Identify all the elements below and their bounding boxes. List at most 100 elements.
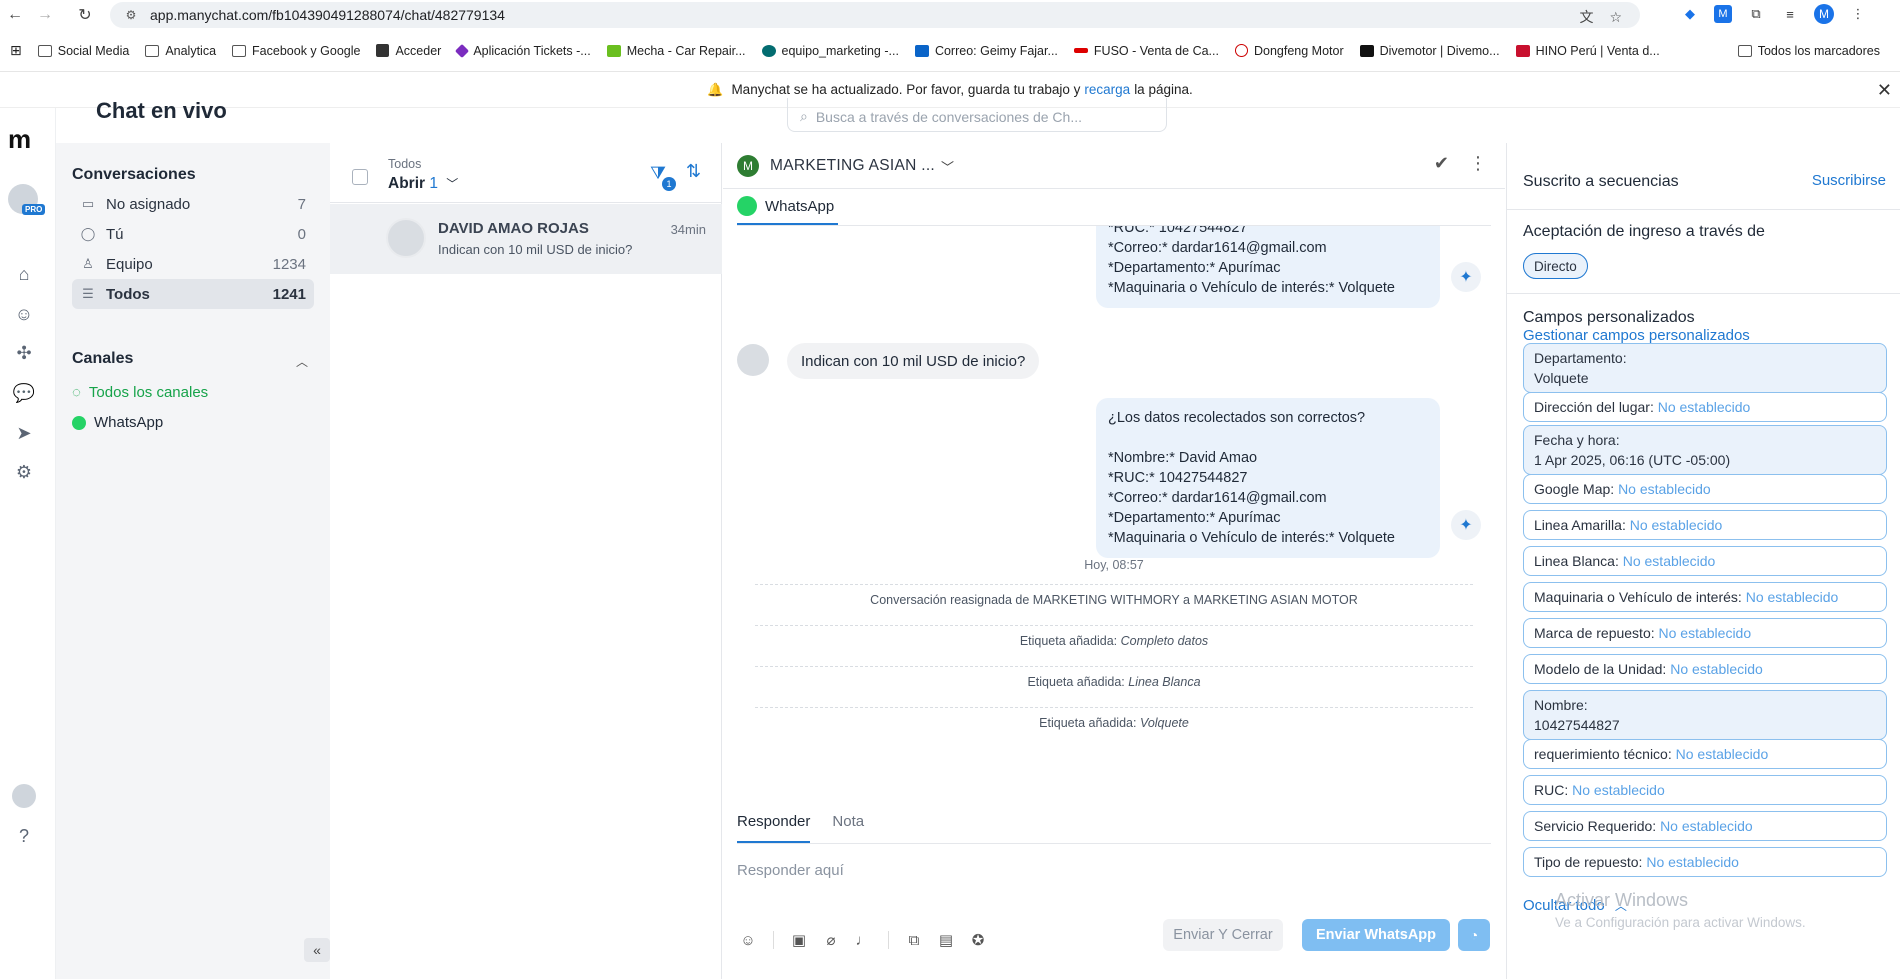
sidebar-item-team[interactable]: ♙ Equipo 1234 <box>72 249 314 279</box>
extension-tag-icon[interactable]: ◆ <box>1680 4 1700 24</box>
manychat-app: m PRO ⌂ ☺ ✣ 💬 ➤ ⚙ ? Chat en vivo ⌕ Busca… <box>0 98 1900 979</box>
ai-reply-icon[interactable]: ◔ <box>1458 919 1490 951</box>
custom-field[interactable]: Tipo de repuesto: No establecido <box>1523 847 1887 877</box>
manage-fields-link[interactable]: Gestionar campos personalizados <box>1523 327 1750 344</box>
bookmark-mecha[interactable]: Mecha - Car Repair... <box>606 44 746 58</box>
user-circle-icon: ◯ <box>80 226 96 241</box>
menu-dots-icon[interactable]: ⋮ <box>1848 4 1868 24</box>
user-avatar-icon[interactable] <box>12 784 36 808</box>
channel-all[interactable]: ◌ Todos los canales <box>72 384 208 401</box>
custom-field[interactable]: Marca de repuesto: No establecido <box>1523 618 1887 648</box>
emoji-icon[interactable]: ☺ <box>739 931 757 949</box>
extensions-puzzle-icon[interactable]: ⧉ <box>1746 4 1766 24</box>
bookmark-hino[interactable]: HINO Perú | Venta d... <box>1515 44 1660 58</box>
divider <box>1507 209 1900 210</box>
apps-grid-icon[interactable]: ⊞ <box>10 42 22 59</box>
reply-input[interactable] <box>737 855 1477 885</box>
custom-field[interactable]: Modelo de la Unidad: No establecido <box>1523 654 1887 684</box>
home-icon[interactable]: ⌂ <box>12 262 36 286</box>
reload-icon[interactable]: ↻ <box>70 0 100 30</box>
incoming-message: Indican con 10 mil USD de inicio? <box>787 343 1040 379</box>
contacts-icon[interactable]: ☺ <box>12 302 36 326</box>
site-icon <box>606 44 621 57</box>
close-icon[interactable]: ✕ <box>1877 80 1892 101</box>
custom-field[interactable]: Linea Amarilla: No establecido <box>1523 510 1887 540</box>
automation-icon[interactable]: ✣ <box>12 341 36 365</box>
status-dropdown[interactable]: Abrir 1 ﹀ <box>388 175 458 193</box>
fuso-icon <box>1073 48 1088 53</box>
tab-note[interactable]: Nota <box>832 813 864 843</box>
profile-avatar[interactable]: M <box>1814 4 1834 24</box>
broadcast-icon[interactable]: ➤ <box>12 421 36 445</box>
bookmark-analytica[interactable]: Analytica <box>145 44 216 58</box>
bookmark-social-media[interactable]: Social Media <box>37 44 129 58</box>
contact-avatar <box>386 218 426 258</box>
ai-assist-icon[interactable]: ✪ <box>969 931 987 949</box>
settings-icon[interactable]: ⚙ <box>12 460 36 484</box>
sidebar-item-all[interactable]: ☰ Todos 1241 <box>72 279 314 309</box>
chat-panel: M MARKETING ASIAN ... ﹀ ✔ ⋮ WhatsApp *RU… <box>723 143 1505 979</box>
help-icon[interactable]: ? <box>12 824 36 848</box>
template-icon[interactable]: ▤ <box>937 931 955 949</box>
address-bar[interactable]: ⚙ app.manychat.com/fb104390491288074/cha… <box>110 2 1640 28</box>
subscribe-link[interactable]: Suscribirse <box>1812 172 1886 189</box>
custom-field[interactable]: Maquinaria o Vehículo de interés: No est… <box>1523 582 1887 612</box>
sidebar-item-unassigned[interactable]: ▭ No asignado 7 <box>72 189 314 219</box>
image-icon[interactable]: ▣ <box>790 931 808 949</box>
page-title: Chat en vivo <box>96 98 227 118</box>
custom-field[interactable]: Departamento: Volquete <box>1523 343 1887 393</box>
sidebar-item-you[interactable]: ◯ Tú 0 <box>72 219 314 249</box>
ai-sparkle-icon[interactable]: ✦ <box>1451 262 1481 292</box>
forward-icon[interactable]: → <box>30 0 60 30</box>
send-whatsapp-button[interactable]: Enviar WhatsApp <box>1302 919 1450 951</box>
assignee-name[interactable]: MARKETING ASIAN ... <box>770 157 935 175</box>
bookmark-tickets[interactable]: Aplicación Tickets -... <box>455 43 591 58</box>
custom-field[interactable]: Nombre: 10427544827 <box>1523 690 1887 740</box>
conversation-item[interactable]: DAVID AMAO ROJAS 34min Indican con 10 mi… <box>330 204 722 274</box>
site-settings-icon[interactable]: ⚙ <box>122 6 140 24</box>
ai-sparkle-icon[interactable]: ✦ <box>1451 510 1481 540</box>
custom-field[interactable]: Linea Blanca: No establecido <box>1523 546 1887 576</box>
bookmark-acceder[interactable]: Acceder <box>376 44 441 58</box>
search-input[interactable]: ⌕ Busca a través de conversaciones de Ch… <box>787 98 1167 132</box>
bookmark-facebook-google[interactable]: Facebook y Google <box>232 44 360 58</box>
whatsapp-icon <box>737 196 757 216</box>
reload-link[interactable]: recarga <box>1084 82 1130 97</box>
custom-field[interactable]: RUC: No establecido <box>1523 775 1887 805</box>
channel-whatsapp[interactable]: WhatsApp <box>72 414 163 431</box>
extension-m-icon[interactable]: M <box>1714 5 1732 23</box>
tab-reply[interactable]: Responder <box>737 813 811 843</box>
system-event: Etiqueta añadida: Completo datos <box>755 625 1473 648</box>
more-vertical-icon[interactable]: ⋮ <box>1469 153 1487 174</box>
collapse-sidebar-button[interactable]: « <box>304 938 330 962</box>
custom-field[interactable]: Fecha y hora: 1 Apr 2025, 06:16 (UTC -05… <box>1523 425 1887 475</box>
custom-field[interactable]: Google Map: No establecido <box>1523 474 1887 504</box>
sort-icon[interactable]: ⇅ <box>686 161 701 182</box>
custom-field[interactable]: Dirección del lugar: No establecido <box>1523 392 1887 422</box>
all-bookmarks[interactable]: Todos los marcadores <box>1737 30 1884 72</box>
translate-icon[interactable]: 文 <box>1579 7 1593 27</box>
bookmark-correo[interactable]: Correo: Geimy Fajar... <box>914 44 1058 58</box>
bookmark-dongfeng[interactable]: Dongfeng Motor <box>1234 44 1344 58</box>
select-all-checkbox[interactable] <box>352 169 368 185</box>
bookmark-fuso[interactable]: FUSO - Venta de Ca... <box>1073 44 1219 58</box>
back-icon[interactable]: ← <box>0 0 30 30</box>
custom-field[interactable]: Servicio Requerido: No establecido <box>1523 811 1887 841</box>
attachment-icon[interactable]: ⌀ <box>822 931 840 949</box>
double-check-icon[interactable]: ✔ <box>1434 153 1449 174</box>
flow-icon[interactable]: ⧉ <box>905 931 923 949</box>
bookmark-equipo-marketing[interactable]: equipo_marketing -... <box>761 44 899 58</box>
chevron-up-icon[interactable]: ︿ <box>296 353 308 370</box>
star-icon[interactable]: ☆ <box>1609 9 1622 26</box>
composer-toolbar: ☺ ▣ ⌀ ♩ ⧉ ▤ ✪ <box>739 931 987 949</box>
live-chat-icon[interactable]: 💬 <box>12 381 36 405</box>
hide-all-toggle[interactable]: Ocultar todo ︿ <box>1523 897 1627 914</box>
custom-field[interactable]: requerimiento técnico: No establecido <box>1523 739 1887 769</box>
media-controls-icon[interactable]: ≡ <box>1780 4 1800 24</box>
chevron-down-icon[interactable]: ﹀ <box>941 157 954 176</box>
send-and-close-button[interactable]: Enviar Y Cerrar <box>1163 919 1283 951</box>
microphone-icon[interactable]: ♩ <box>854 931 872 949</box>
bookmark-divemotor[interactable]: Divemotor | Divemo... <box>1359 44 1500 58</box>
channel-tab-whatsapp[interactable]: WhatsApp <box>737 189 839 225</box>
person-icon: ♙ <box>82 256 94 271</box>
